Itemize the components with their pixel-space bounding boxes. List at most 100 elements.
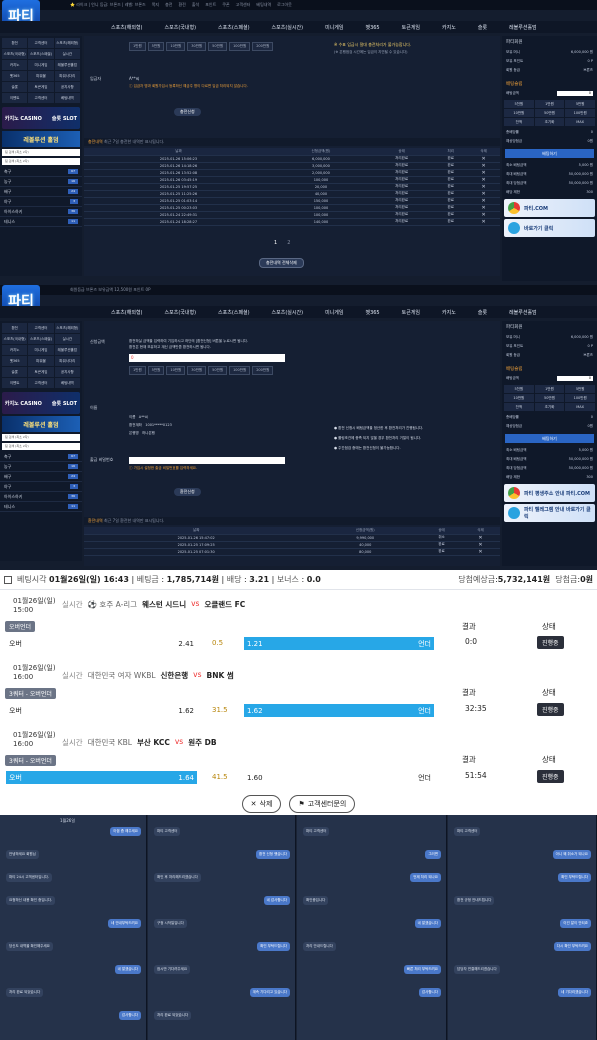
holdem-banner-2[interactable]: 레볼루션 홀덤 (2, 416, 80, 432)
domain-promo-2[interactable]: 파티 평생주소 안내 파티.COM (504, 484, 595, 502)
under-pick[interactable]: 1.21 언더 (244, 637, 434, 650)
sidebar-menu-item[interactable]: 환전 (2, 323, 28, 333)
sidebar-menu-item[interactable]: 이벤트 (2, 93, 28, 103)
sidebar-menu-item[interactable]: 고객센터 (28, 378, 54, 388)
delete-row-icon[interactable]: ✕ (461, 541, 500, 549)
sidebar-menu-item[interactable]: 고객센터 (28, 93, 54, 103)
sidebar-menu-item[interactable]: 레볼루션홀덤 (54, 345, 80, 355)
top-link[interactable]: 출석 (192, 2, 199, 8)
sport-item[interactable]: 축구 67 (0, 167, 82, 177)
sidebar-menu-item[interactable]: 파워볼 (28, 356, 54, 366)
quick-amount-button[interactable]: 5천원 (504, 385, 534, 393)
sport-item[interactable]: 아이스하키 36 (0, 492, 82, 502)
quick-amount-button[interactable]: MAX (565, 403, 595, 411)
amount-button[interactable]: 100만원 (229, 366, 251, 375)
bet-amount-input[interactable]: 0 (557, 91, 593, 96)
nav-item[interactable]: 카지노 (431, 309, 467, 316)
quick-amount-button[interactable]: 5만원 (565, 385, 595, 393)
over-pick[interactable]: 오버 1.62 (6, 704, 197, 717)
withdraw-amount-input[interactable]: 0 (129, 354, 285, 362)
sidebar-menu-item[interactable]: 스포츠(해외형) (54, 323, 80, 333)
nav-item[interactable]: 스포츠(해외형) (100, 24, 154, 31)
quick-amount-button[interactable]: 50만원 (534, 109, 565, 117)
slot-banner[interactable]: 슬롯 SLOT (52, 115, 77, 122)
telegram-promo[interactable]: 바로가기 클릭 (504, 219, 595, 237)
quick-amount-button[interactable]: 50만원 (534, 394, 565, 402)
quick-amount-button[interactable]: 1만원 (534, 385, 565, 393)
quick-amount-button[interactable]: 5만원 (565, 100, 595, 108)
nav-item[interactable]: 벳365 (354, 24, 390, 31)
top-link[interactable]: 환전 (179, 2, 186, 8)
casino-slot-banner-2[interactable]: 카지노 CASINO 슬롯 SLOT (2, 392, 80, 414)
sidebar-menu-item[interactable]: 슬롯 (2, 367, 28, 377)
holdem-banner[interactable]: 레볼루션 홀덤 (2, 131, 80, 147)
sidebar-menu-item[interactable]: 슬롯 (2, 82, 28, 92)
sport-item[interactable]: 아이스하키 36 (0, 207, 82, 217)
slot-banner-2[interactable]: 슬롯 SLOT (52, 400, 77, 407)
quick-amount-button[interactable]: 10만원 (504, 394, 534, 402)
quick-amount-button[interactable]: MAX (565, 118, 595, 126)
sidebar-menu-item[interactable]: 파워사다리 (54, 71, 80, 81)
sport-item[interactable]: 농구 16 (0, 177, 82, 187)
amount-button[interactable]: 30만원 (187, 42, 207, 51)
page-link[interactable]: 2 (287, 240, 290, 246)
nav-item[interactable]: 스포츠(스페셜) (207, 309, 261, 316)
sidebar-menu-item[interactable]: 고객센터 (28, 38, 54, 48)
nav-item[interactable]: 스포츠(해외형) (100, 309, 154, 316)
sidebar-menu-item[interactable]: 스포츠(국내형) (2, 49, 28, 59)
sidebar-menu-item[interactable]: 실시간 (54, 334, 80, 344)
quick-amount-button[interactable]: 10만원 (504, 109, 534, 117)
sidebar-menu-item[interactable]: 벳365 (2, 71, 28, 81)
sidebar-menu-item[interactable]: 카지노 (2, 60, 28, 70)
delete-row-icon[interactable]: ✕ (467, 162, 500, 170)
team-search-input-2[interactable]: 팀 검색 (최소 2자) (2, 434, 80, 441)
under-pick[interactable]: 1.62 언더 (244, 704, 434, 717)
delete-row-icon[interactable]: ✕ (467, 176, 500, 184)
delete-row-icon[interactable]: ✕ (467, 169, 500, 177)
delete-row-icon[interactable]: ✕ (461, 548, 500, 556)
top-link[interactable]: 충전 (165, 2, 172, 8)
top-link[interactable]: 포인트 (205, 2, 216, 8)
delete-row-icon[interactable]: ✕ (467, 211, 500, 219)
apply-withdraw-button[interactable]: 환전신청 (174, 488, 201, 496)
nav-item[interactable]: 레볼루션홀덤 (498, 309, 548, 316)
amount-button[interactable]: 200만원 (252, 366, 274, 375)
quick-amount-button[interactable]: 100만원 (565, 394, 595, 402)
select-checkbox[interactable] (4, 575, 12, 584)
sidebar-menu-item[interactable]: 카지노 (2, 345, 28, 355)
nav-item[interactable]: 카지노 (431, 24, 467, 31)
withdraw-password-input[interactable] (129, 457, 285, 464)
nav-item[interactable]: 슬롯 (467, 309, 498, 316)
league-search-input-2[interactable]: 팀 검색 (최소 2자) (2, 443, 80, 450)
sidebar-menu-item[interactable]: 이벤트 (2, 378, 28, 388)
sidebar-menu-item[interactable]: 공지사항 (54, 367, 80, 377)
nav-item[interactable]: 스포츠(스페셜) (207, 24, 261, 31)
sidebar-menu-item[interactable]: 토큰게임 (28, 82, 54, 92)
over-pick[interactable]: 오버 1.64 (6, 771, 197, 784)
sidebar-menu-item[interactable]: 베팅내역 (54, 378, 80, 388)
page-link[interactable]: 1 (274, 240, 277, 246)
quick-amount-button[interactable]: 1만원 (534, 100, 565, 108)
sidebar-menu-item[interactable]: 스포츠(해외형) (54, 38, 80, 48)
sidebar-menu-item[interactable]: 토큰게임 (28, 367, 54, 377)
delete-bet-button[interactable]: ✕ 삭제 (241, 795, 282, 813)
apply-deposit-button[interactable]: 충전신청 (174, 108, 201, 116)
sidebar-menu-item[interactable]: 고객센터 (28, 323, 54, 333)
delete-row-icon[interactable]: ✕ (467, 183, 500, 191)
bet-amount-input-2[interactable]: 0 (557, 376, 593, 381)
bet-button[interactable]: 배팅하기 (505, 149, 594, 158)
delete-row-icon[interactable]: ✕ (461, 534, 500, 542)
over-pick[interactable]: 오버 2.41 (6, 637, 197, 650)
casino-banner-2[interactable]: 카지노 CASINO (5, 400, 42, 407)
telegram-promo-2[interactable]: 파티 텔레그램 안내 바로가기 클릭 (504, 504, 595, 522)
sport-item[interactable]: 테니스 11 (0, 502, 82, 512)
sidebar-menu-item[interactable]: 스포츠(스페셜) (28, 334, 54, 344)
sport-item[interactable]: 축구 67 (0, 452, 82, 462)
amount-button[interactable]: 50만원 (208, 366, 228, 375)
sport-item[interactable]: 농구 16 (0, 462, 82, 472)
nav-item[interactable]: 벳365 (354, 309, 390, 316)
nav-item[interactable]: 토큰게임 (391, 309, 431, 316)
amount-button[interactable]: 200만원 (252, 42, 274, 51)
top-link[interactable]: 쪽지 (152, 2, 159, 8)
sport-item[interactable]: 야구 3 (0, 482, 82, 492)
